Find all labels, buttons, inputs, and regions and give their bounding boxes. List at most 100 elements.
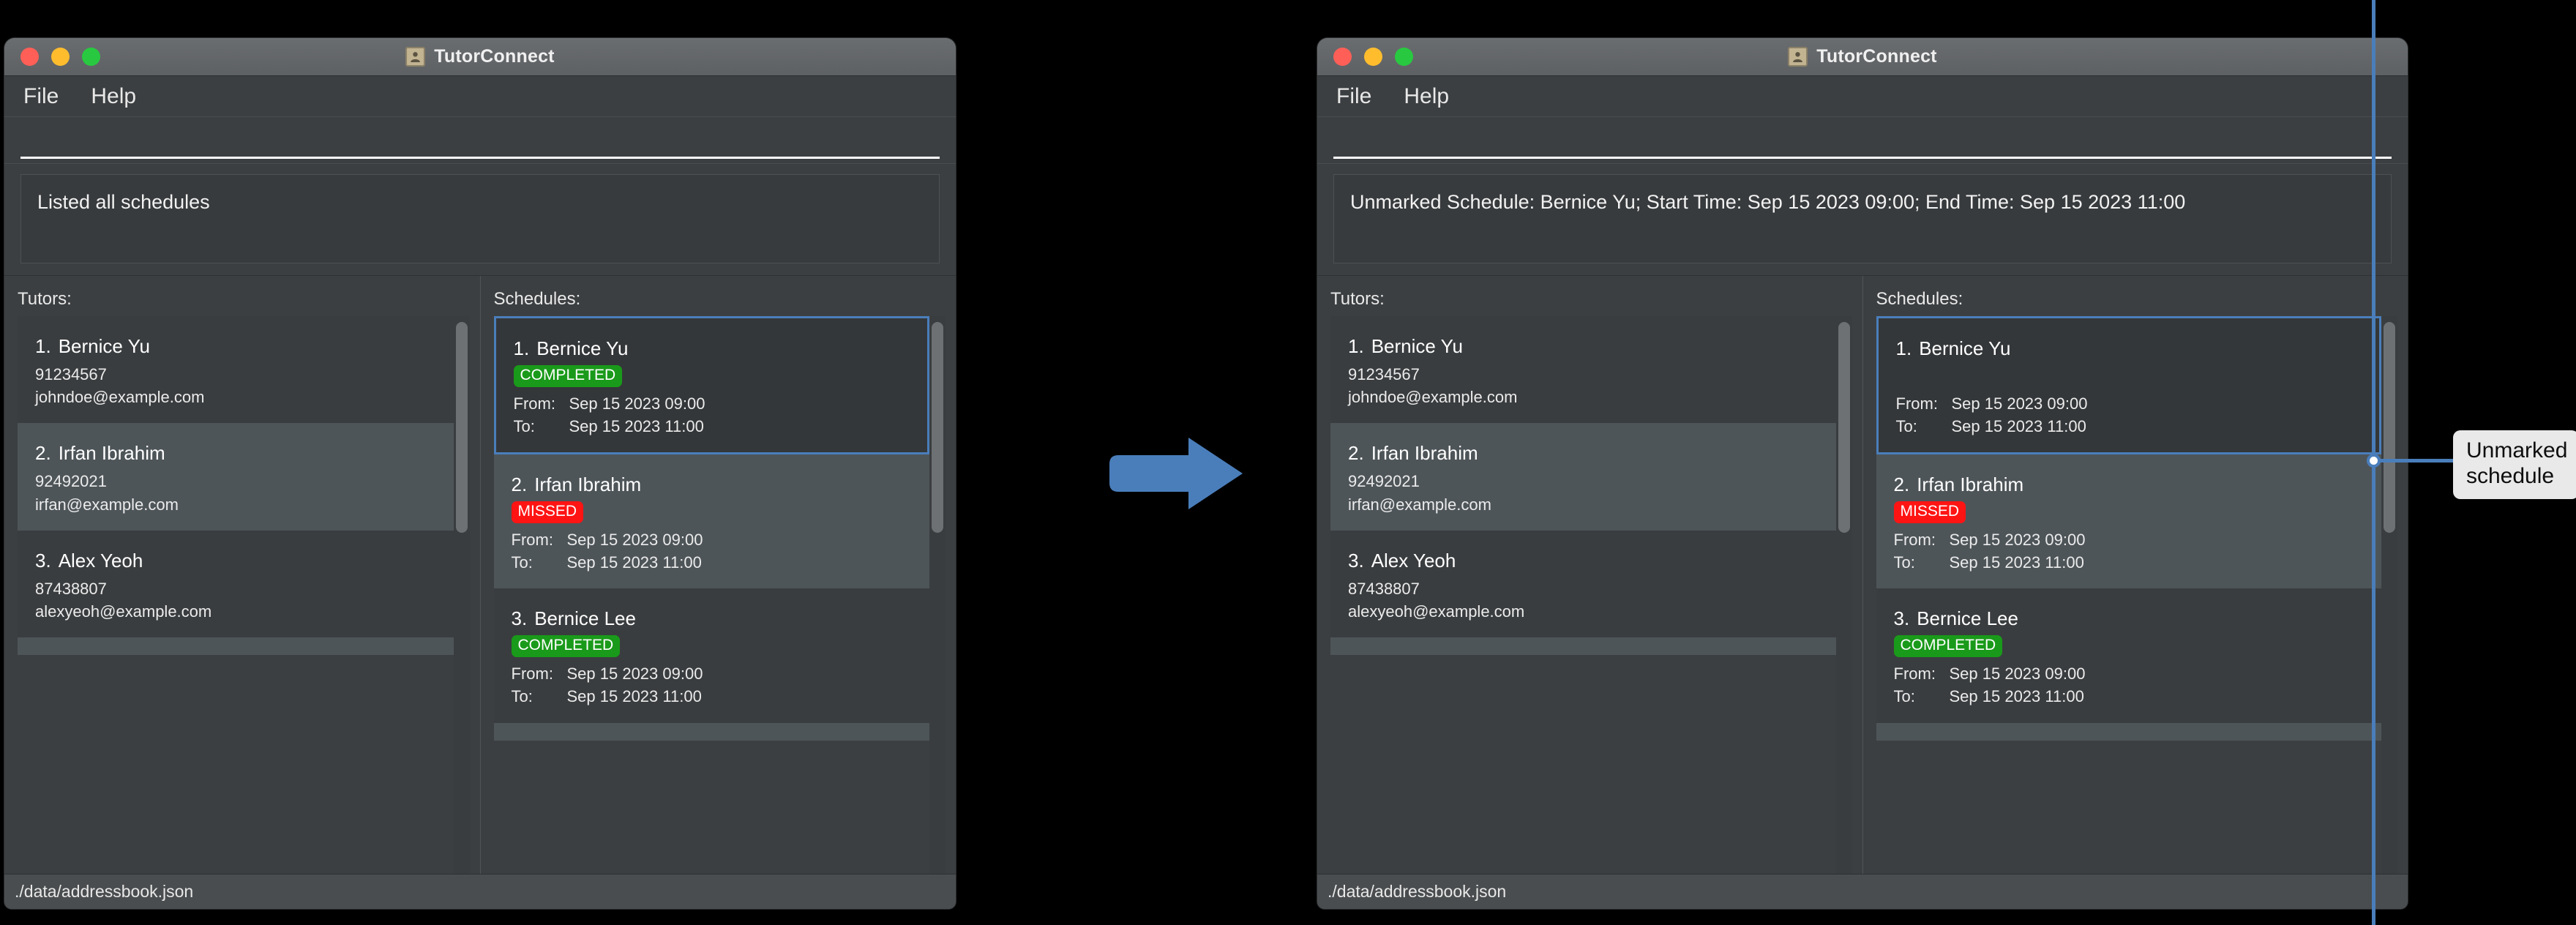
schedule-card-name: 3. Bernice Lee: [512, 607, 913, 630]
tutor-email: alexyeoh@example.com: [1348, 602, 1525, 621]
window-title: TutorConnect: [434, 46, 555, 67]
result-display-wrap: Unmarked Schedule: Bernice Yu; Start Tim…: [1317, 164, 2408, 276]
contact-person-icon: [405, 47, 426, 67]
command-input[interactable]: [20, 127, 940, 159]
tutor-scrollbar-thumb[interactable]: [1838, 322, 1850, 533]
schedule-card[interactable]: 3. Bernice Lee COMPLETED From: Sep 15 2023…: [493, 588, 929, 723]
from-label: From:: [511, 531, 553, 549]
status-badge: COMPLETED: [513, 365, 623, 387]
tutor-card[interactable]: 3. Alex Yeoh 87438807 alexyeoh@example.co…: [1330, 530, 1836, 638]
from-label: From:: [1895, 394, 1938, 413]
tutor-card[interactable]: 2. Irfan Ibrahim 92492021 irfan@example.c…: [1330, 423, 1836, 531]
contact-person-icon: [1788, 47, 1808, 67]
tutor-card[interactable]: 3. Alex Yeoh 87438807 alexyeoh@example.co…: [18, 530, 454, 638]
schedule-scrollbar-thumb[interactable]: [932, 322, 943, 533]
tutor-name: Bernice Yu: [1371, 335, 1463, 357]
lists-area: Tutors: 1. Bernice Yu 91234567 johndoe@ex…: [4, 276, 956, 874]
tutor-name: Alex Yeoh: [58, 549, 143, 572]
tutor-card[interactable]: 1. Bernice Yu 91234567 johndoe@example.co…: [18, 316, 454, 424]
tutor-cards: 1. Bernice Yu 91234567 johndoe@example.co…: [18, 316, 454, 874]
tutor-index: 1.: [1348, 335, 1364, 357]
tutor-phone: 92492021: [1348, 472, 1420, 491]
maximize-button[interactable]: [1395, 48, 1413, 66]
callout-label-line2: schedule: [2466, 463, 2555, 488]
tutor-card-partial[interactable]: [18, 637, 454, 656]
schedule-to: To: Sep 15 2023 11:00: [1896, 415, 2362, 438]
tutor-index: 3.: [35, 549, 51, 572]
callout-anchor-dot: [2367, 454, 2381, 468]
tutor-card-name: 1. Bernice Yu: [1348, 335, 1819, 358]
schedule-card-partial[interactable]: [493, 722, 929, 741]
from-label: From:: [513, 394, 555, 413]
tutor-card[interactable]: 1. Bernice Yu 91234567 johndoe@example.co…: [1330, 316, 1836, 424]
schedule-panel: Schedules: 1. Bernice Yu From: Sep 15 2023…: [1862, 276, 2408, 874]
tutor-email: johndoe@example.com: [1348, 388, 1518, 407]
from-value: Sep 15 2023 09:00: [1951, 394, 2088, 413]
schedule-card[interactable]: 3. Bernice Lee COMPLETED From: Sep 15 2023…: [1876, 588, 2381, 723]
schedule-to: To: Sep 15 2023 11:00: [512, 551, 913, 574]
menu-item-help[interactable]: Help: [1404, 84, 1449, 109]
schedule-index: 2.: [1893, 473, 1910, 496]
schedule-to: To: Sep 15 2023 11:00: [514, 415, 910, 438]
minimize-button[interactable]: [51, 48, 70, 66]
tutor-list-scrollbar[interactable]: [1835, 316, 1852, 874]
schedule-list-scrollbar[interactable]: [929, 316, 946, 874]
close-button[interactable]: [20, 48, 39, 66]
menu-item-file[interactable]: File: [23, 84, 59, 109]
close-button[interactable]: [1333, 48, 1352, 66]
tutor-card-name: 1. Bernice Yu: [35, 335, 436, 358]
schedule-card-name: 3. Bernice Lee: [1894, 607, 2365, 630]
menu-item-file[interactable]: File: [1336, 84, 1371, 109]
menu-item-help[interactable]: Help: [91, 84, 136, 109]
window-title: TutorConnect: [1816, 46, 1937, 67]
tutor-list-scrollbar[interactable]: [453, 316, 470, 874]
tutor-card-partial[interactable]: [1330, 637, 1836, 656]
minimize-button[interactable]: [1364, 48, 1382, 66]
tutor-list-view[interactable]: 1. Bernice Yu 91234567 johndoe@example.co…: [1330, 316, 1852, 874]
tutor-card[interactable]: 2. Irfan Ibrahim 92492021 irfan@example.c…: [18, 423, 454, 531]
schedule-index: 3.: [511, 607, 528, 630]
to-label: To:: [511, 553, 533, 572]
window-after: TutorConnect File Help Unmarked Schedule…: [1317, 38, 2408, 909]
status-bar: ./data/addressbook.json: [4, 874, 956, 909]
schedule-list-scrollbar[interactable]: [2381, 316, 2397, 874]
tutor-email: irfan@example.com: [1348, 495, 1491, 514]
schedule-tutor-name: Bernice Lee: [534, 607, 636, 630]
title-bar[interactable]: TutorConnect: [1317, 38, 2408, 76]
window-controls[interactable]: [4, 48, 100, 66]
schedule-scrollbar-thumb[interactable]: [2384, 322, 2395, 533]
to-value: Sep 15 2023 11:00: [566, 553, 702, 572]
title-bar[interactable]: TutorConnect: [4, 38, 956, 76]
schedule-card-selected[interactable]: 1. Bernice Yu From: Sep 15 2023 09:00 To: S…: [1876, 316, 2381, 455]
schedule-card-partial[interactable]: [1876, 722, 2381, 741]
tutor-panel-title: Tutors:: [18, 289, 72, 309]
tutor-cards: 1. Bernice Yu 91234567 johndoe@example.co…: [1330, 316, 1836, 874]
schedule-index: 3.: [1893, 607, 1910, 630]
screenshot-stage: TutorConnect File Help Listed all schedu…: [0, 0, 2576, 925]
maximize-button[interactable]: [82, 48, 100, 66]
tutor-name: Bernice Yu: [58, 335, 150, 357]
to-value: Sep 15 2023 11:00: [1951, 417, 2086, 435]
schedule-card[interactable]: 2. Irfan Ibrahim MISSED From: Sep 15 2023 …: [493, 454, 929, 589]
status-badge-empty: [1896, 365, 1914, 387]
schedule-card-selected[interactable]: 1. Bernice Yu COMPLETED From: Sep 15 2023 …: [493, 316, 929, 455]
schedule-card[interactable]: 2. Irfan Ibrahim MISSED From: Sep 15 2023 …: [1876, 454, 2381, 589]
command-box: [1317, 117, 2408, 164]
save-location-path: ./data/addressbook.json: [15, 882, 194, 901]
schedule-to: To: Sep 15 2023 11:00: [1894, 685, 2365, 708]
tutor-scrollbar-thumb[interactable]: [455, 322, 468, 533]
schedule-index: 2.: [511, 473, 528, 496]
schedule-list-view[interactable]: 1. Bernice Yu COMPLETED From: Sep 15 2023 …: [493, 316, 946, 874]
schedule-from: From: Sep 15 2023 09:00: [512, 528, 913, 551]
tutor-phone: 92492021: [35, 472, 107, 491]
schedule-from: From: Sep 15 2023 09:00: [1894, 662, 2365, 685]
save-location-path: ./data/addressbook.json: [1328, 882, 1507, 901]
to-label: To:: [1895, 417, 1917, 435]
tutor-phone: 87438807: [1348, 579, 1420, 598]
tutor-list-view[interactable]: 1. Bernice Yu 91234567 johndoe@example.co…: [18, 316, 470, 874]
schedule-list-view[interactable]: 1. Bernice Yu From: Sep 15 2023 09:00 To: S…: [1876, 316, 2397, 874]
tutor-panel: Tutors: 1. Bernice Yu 91234567 johndoe@ex…: [4, 276, 480, 874]
window-controls[interactable]: [1317, 48, 1413, 66]
status-bar: ./data/addressbook.json: [1317, 874, 2408, 909]
command-input[interactable]: [1333, 127, 2392, 159]
